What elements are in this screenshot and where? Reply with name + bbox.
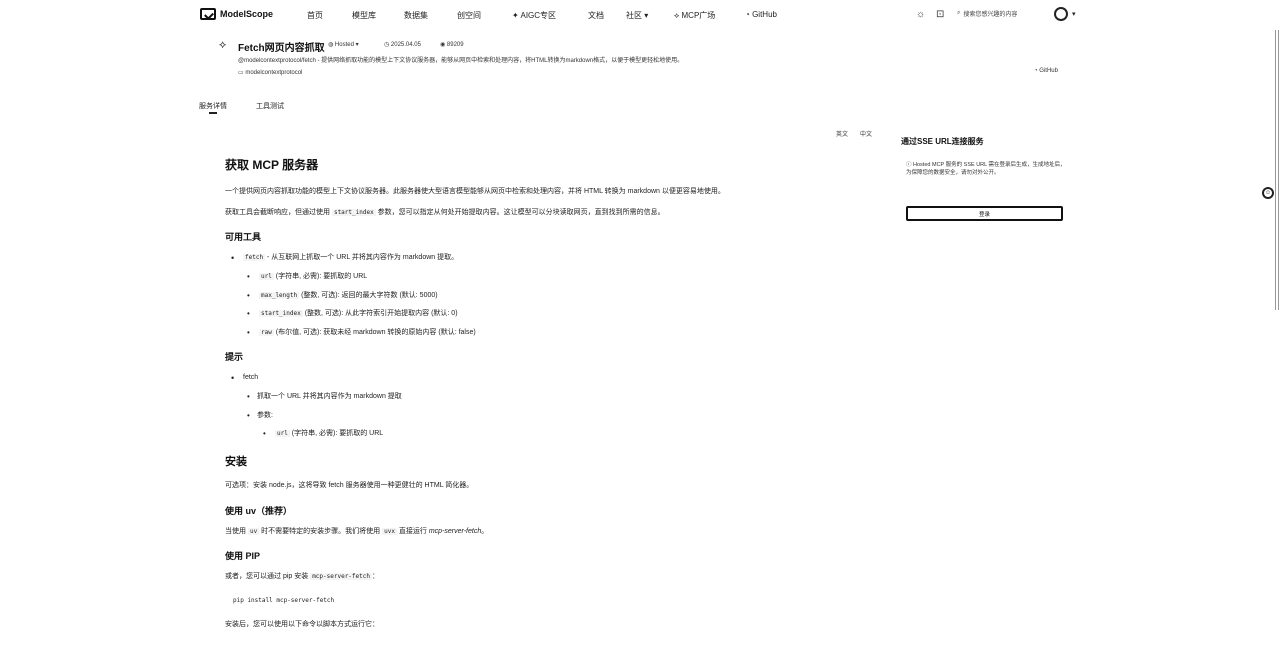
nav-mcp[interactable]: ⟡ MCP广场 [674,10,715,21]
tips-heading: 提示 [225,351,244,362]
nav-studios[interactable]: 创空间 [457,10,481,21]
mcp-server-icon: ⟡ [219,39,227,51]
search-icon: ⌕ [957,10,961,16]
readme-content: 获取 MCP 服务器 一个提供网页内容抓取功能的模型上下文协议服务器。此服务器使… [225,156,845,640]
sse-panel-title: 通过SSE URL连接服务 [901,137,984,146]
tools-heading: 可用工具 [225,232,262,242]
mcp-icon: ⟡ [674,11,682,20]
nav-docs[interactable]: 文档 [588,10,604,21]
page-title: Fetch网页内容抓取 [238,43,325,54]
install-heading: 安装 [225,456,247,469]
pip-paragraph: 或者，您可以通过 pip 安装 mcp-server-fetch： [225,573,379,581]
after-install-paragraph: 安装后，您可以使用以下命令以脚本方式运行它： [225,620,379,628]
lang-chinese[interactable]: 中文 [860,129,872,138]
search-input[interactable]: ⌕ 搜索您感兴趣的内容 [957,9,1017,18]
date: ◷ 2025.04.05 [384,42,421,48]
chevron-down-icon[interactable]: ▾ [1072,10,1076,18]
list-item: raw (布尔值, 可选): 获取未经 markdown 转换的原始内容 (默认… [225,327,845,338]
repo-link[interactable]: ▭ modelcontextprotocol [238,69,302,76]
search-placeholder: 搜索您感兴趣的内容 [963,12,1018,18]
list-item: fetch - 从互联网上抓取一个 URL 并将其内容作为 markdown 提… [225,252,845,264]
sse-panel-note: ⓘ Hosted MCP 服务的 SSE URL 需在登录后生成，生成地址后，为… [906,162,1066,177]
lang-english[interactable]: 英文 [836,129,848,138]
list-item: 抓取一个 URL 并将其内容作为 markdown 提取 [225,391,845,402]
list-item: url (字符串, 必需): 要抓取的 URL [225,428,845,439]
avatar[interactable] [1054,7,1068,21]
tab-tool-test[interactable]: 工具测试 [256,101,284,111]
truncation-paragraph: 获取工具会截断响应，但通过使用 start_index 参数，您可以指定从何处开… [225,208,665,216]
install-paragraph: 可选项：安装 node.js，这将导致 fetch 服务器使用一种更健壮的 HT… [225,482,474,490]
info-icon: ⓘ [906,162,914,168]
hosted-badge[interactable]: ◍ Hosted ▾ [328,41,359,48]
language-icon[interactable]: ⊡ [936,9,944,20]
nav-github[interactable]: ◔ GitHub [745,10,777,19]
nav-models[interactable]: 模型库 [352,10,376,21]
list-item: start_index (整数, 可选): 从此字符索引开始提取内容 (默认: … [225,308,845,319]
tab-active-indicator [209,112,217,114]
github-link[interactable]: ◔ GitHub [1034,68,1058,74]
description: @modelcontextprotocol/fetch - 提供网络抓取功能的模… [238,58,684,64]
list-item: fetch [225,372,845,384]
list-item: url (字符串, 必需): 要抓取的 URL [225,271,845,282]
uv-paragraph: 当使用 uv 时不需要特定的安装步骤。我们将使用 uvx 直接运行 mcp-se… [225,527,489,535]
nav-home[interactable]: 首页 [307,10,323,21]
clock-icon: ◷ [384,42,391,48]
list-item: 参数: [225,410,845,421]
pip-code-block: pip install mcp-server-fetch [233,596,335,604]
theme-sun-icon[interactable]: ☼ [916,9,925,20]
list-item: max_length (整数, 可选): 返回的最大字符数 (默认: 5000) [225,290,845,301]
scrollbar[interactable] [1275,30,1279,310]
login-button[interactable]: 登录 [906,206,1063,221]
view-count: ◉ 89209 [440,42,464,48]
chevron-down-icon: ▾ [642,11,649,20]
tab-details[interactable]: 服务详情 [199,101,227,111]
nav-community[interactable]: 社区 ▾ [626,10,648,21]
nav-datasets[interactable]: 数据集 [404,10,428,21]
intro-paragraph: 一个提供网页内容抓取功能的模型上下文协议服务器。此服务器使大型语言模型能够从网页… [225,188,725,195]
feedback-icon[interactable]: ☺ [1262,187,1274,199]
modelscope-logo[interactable]: ModelScope [200,8,273,20]
logo-icon [200,8,216,20]
pip-heading: 使用 PIP [225,551,261,562]
nav-aigc[interactable]: ✦ AIGC专区 [512,10,556,21]
uv-heading: 使用 uv（推荐） [225,505,293,516]
hosted-icon: ◍ [328,42,335,48]
eye-icon: ◉ [440,42,447,48]
logo-text: ModelScope [220,9,274,19]
tips-list: fetch 抓取一个 URL 并将其内容作为 markdown 提取 参数: u… [225,372,845,439]
github-icon: ◔ [745,10,753,19]
readme-title: 获取 MCP 服务器 [225,158,319,172]
tools-list: fetch - 从互联网上抓取一个 URL 并将其内容作为 markdown 提… [225,252,845,338]
